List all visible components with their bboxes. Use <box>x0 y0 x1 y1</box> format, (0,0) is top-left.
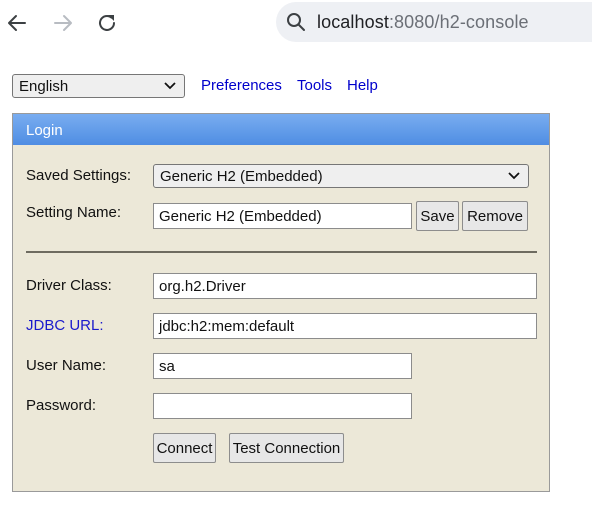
setting-name-value: Generic H2 (Embedded) <box>159 208 322 225</box>
chevron-down-icon <box>164 82 176 90</box>
user-name-value: sa <box>159 358 175 375</box>
login-title: Login <box>26 122 63 139</box>
arrow-left-icon <box>8 15 26 31</box>
driver-class-value: org.h2.Driver <box>159 278 246 295</box>
reload-icon <box>99 14 115 31</box>
search-icon <box>287 13 305 31</box>
saved-settings-select[interactable]: Generic H2 (Embedded) <box>153 164 529 188</box>
reload-button[interactable] <box>94 10 120 36</box>
test-connection-button[interactable]: Test Connection <box>229 433 344 463</box>
url-path: :8080/h2-console <box>388 12 529 32</box>
help-link[interactable]: Help <box>347 77 378 94</box>
driver-class-label: Driver Class: <box>26 277 112 294</box>
user-name-input[interactable]: sa <box>153 353 412 379</box>
password-label: Password: <box>26 397 97 414</box>
url-host: localhost <box>317 12 389 32</box>
browser-toolbar: localhost:8080/h2-console <box>0 0 592 46</box>
arrow-right-icon <box>54 15 72 31</box>
remove-button[interactable]: Remove <box>462 201 528 231</box>
forward-button[interactable] <box>50 10 76 36</box>
saved-settings-label: Saved Settings: <box>26 167 132 184</box>
tools-link[interactable]: Tools <box>297 77 332 94</box>
saved-settings-value: Generic H2 (Embedded) <box>160 168 323 185</box>
language-select[interactable]: English <box>12 74 185 98</box>
address-bar[interactable]: localhost:8080/h2-console <box>276 2 592 42</box>
save-button[interactable]: Save <box>416 201 459 231</box>
preferences-link[interactable]: Preferences <box>201 77 282 94</box>
setting-name-input[interactable]: Generic H2 (Embedded) <box>153 203 412 229</box>
password-input[interactable] <box>153 393 412 419</box>
jdbc-url-value: jdbc:h2:mem:default <box>159 318 295 335</box>
user-name-label: User Name: <box>26 357 107 374</box>
connect-button[interactable]: Connect <box>153 433 216 463</box>
language-value: English <box>19 78 69 95</box>
login-header: Login <box>13 114 549 145</box>
chevron-down-icon <box>508 172 520 180</box>
url-text[interactable]: localhost:8080/h2-console <box>317 12 529 33</box>
back-button[interactable] <box>4 10 30 36</box>
login-panel: Login Saved Settings: Generic H2 (Embedd… <box>12 113 550 492</box>
divider <box>26 251 537 253</box>
driver-class-input[interactable]: org.h2.Driver <box>153 273 537 299</box>
setting-name-label: Setting Name: <box>26 204 122 221</box>
jdbc-url-input[interactable]: jdbc:h2:mem:default <box>153 313 537 339</box>
jdbc-url-label[interactable]: JDBC URL: <box>26 317 104 334</box>
